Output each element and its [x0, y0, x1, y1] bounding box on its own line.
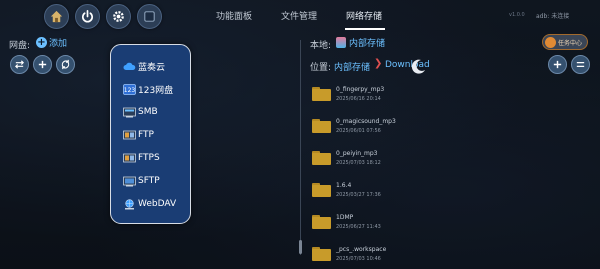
add-storage-menu: 蓝奏云 123 123网盘 SMB FTP FTPS SFTP WebDAV [110, 44, 191, 224]
file-date: 2025/07/03 10:46 [336, 256, 381, 262]
gear-icon[interactable] [106, 4, 131, 29]
file-date: 2025/06/27 11:43 [336, 224, 381, 230]
list-item[interactable]: 1.6.4 2025/03/27 17:36 [312, 178, 572, 208]
webdav-icon [123, 198, 136, 210]
swap-icon[interactable] [10, 55, 29, 74]
add-label: 添加 [49, 39, 68, 49]
breadcrumb-root[interactable]: 内部存储 [334, 60, 370, 73]
menu-item-ftps[interactable]: FTPS [123, 150, 160, 166]
add-cloud-button[interactable]: + 添加 [36, 36, 67, 49]
task-center-label: 任务中心 [558, 39, 583, 47]
tab-network-storage[interactable]: 网络存储 [346, 10, 382, 24]
list-item[interactable]: 1DMP 2025/06/27 11:43 [312, 210, 572, 240]
stop-icon[interactable] [137, 4, 162, 29]
list-item[interactable]: _pcs_.workspace 2025/07/03 10:46 [312, 242, 572, 269]
loading-spinner-icon [411, 59, 425, 74]
list-item[interactable]: 0_fingerpy_mp3 2025/06/16 20:14 [312, 82, 572, 112]
right-tools [548, 55, 590, 74]
sync-icon[interactable] [56, 55, 75, 74]
menu-item-sftp[interactable]: SFTP [123, 173, 160, 189]
tab-file-manager[interactable]: 文件管理 [281, 10, 317, 24]
path-label: 位置: [310, 63, 332, 73]
drive-123-icon: 123 [123, 83, 136, 95]
local-label: 本地: [310, 41, 332, 51]
file-name: 1DMP [336, 214, 354, 221]
local-storage-value: 内部存储 [349, 39, 386, 49]
ftp-icon [123, 130, 136, 141]
panel-divider [300, 40, 301, 255]
file-name: 0_peiyin_mp3 [336, 150, 378, 157]
list-item[interactable]: 0_magicsound_mp3 2025/06/01 07:56 [312, 114, 572, 144]
breadcrumb-chevron-icon: ❯ [374, 58, 383, 69]
active-tab-indicator [345, 28, 385, 30]
phone-storage-icon [336, 37, 346, 48]
tab-function-panel[interactable]: 功能面板 [216, 10, 252, 24]
home-icon[interactable] [44, 4, 69, 29]
connection-status: adb: 未连接 [536, 13, 570, 20]
menu-item-smb[interactable]: SMB [123, 104, 158, 120]
task-icon [545, 36, 556, 48]
folder-icon [312, 151, 331, 165]
left-tools [10, 55, 75, 74]
folder-icon [312, 119, 331, 133]
ftps-icon [123, 153, 136, 164]
folder-icon [312, 247, 331, 261]
power-icon[interactable] [75, 4, 100, 29]
local-storage-selector[interactable]: 内部存储 [336, 36, 385, 49]
smb-icon [123, 107, 136, 118]
task-center-button[interactable]: 任务中心 [542, 34, 589, 50]
folder-icon [312, 183, 331, 197]
menu-icon[interactable] [571, 55, 590, 74]
version-label: v1.0.0 [509, 12, 525, 18]
file-name: 1.6.4 [336, 182, 352, 189]
top-toolbar [44, 4, 162, 29]
menu-item-lanzou[interactable]: 蓝奏云 [123, 58, 165, 74]
file-date: 2025/06/01 07:56 [336, 128, 381, 134]
file-name: 0_fingerpy_mp3 [336, 86, 385, 93]
menu-item-ftp[interactable]: FTP [123, 127, 154, 143]
svg-text:123: 123 [124, 87, 136, 94]
menu-item-123pan[interactable]: 123 123网盘 [123, 81, 173, 97]
file-name: _pcs_.workspace [336, 246, 387, 253]
file-name: 0_magicsound_mp3 [336, 118, 396, 125]
sftp-icon [123, 176, 136, 187]
cloud-icon [123, 61, 136, 72]
list-item[interactable]: 0_peiyin_mp3 2025/07/03 18:12 [312, 146, 572, 176]
splitter-handle[interactable] [299, 240, 302, 254]
menu-item-webdav[interactable]: WebDAV [123, 196, 176, 212]
folder-icon [312, 215, 331, 229]
folder-icon [312, 87, 331, 101]
file-date: 2025/07/03 18:12 [336, 160, 381, 166]
cloud-drive-label: 网盘: [9, 41, 31, 51]
main-tabs: 功能面板 文件管理 网络存储 [216, 10, 411, 24]
file-date: 2025/03/27 17:36 [336, 192, 381, 198]
plus-icon: + [36, 37, 47, 48]
add-icon[interactable] [548, 55, 567, 74]
file-date: 2025/06/16 20:14 [336, 96, 381, 102]
add-icon[interactable] [33, 55, 52, 74]
